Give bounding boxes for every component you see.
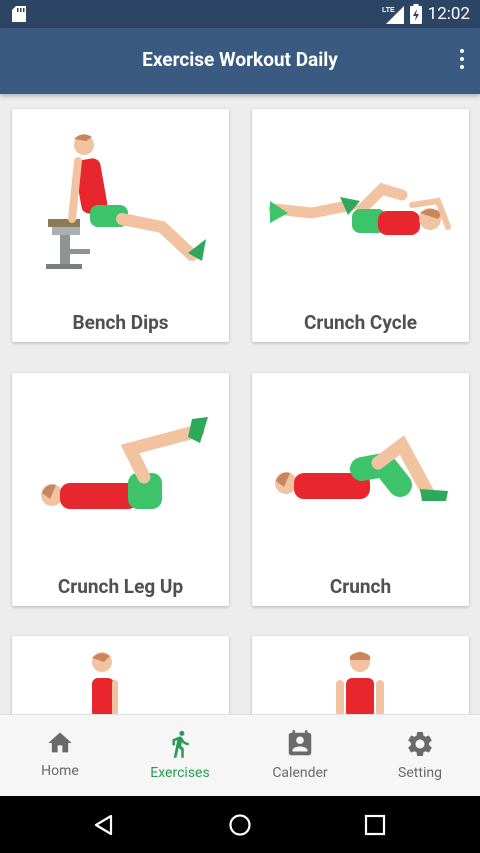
sd-card-icon (12, 6, 26, 22)
exercise-label: Bench Dips (72, 311, 169, 334)
overflow-menu-icon[interactable] (458, 49, 466, 73)
app-bar: Exercise Workout Daily (0, 28, 480, 94)
home-button-icon[interactable] (228, 813, 252, 841)
exercise-label: Crunch (329, 575, 392, 598)
svg-text:LTE: LTE (382, 7, 395, 14)
exercise-label: Crunch Cycle (303, 311, 417, 334)
exercise-card-crunch-cycle[interactable]: Crunch Cycle (252, 109, 469, 342)
nav-label: Home (41, 763, 79, 779)
exercise-card-bench-dips[interactable]: Bench Dips (12, 109, 229, 342)
battery-charging-icon (409, 4, 422, 24)
home-icon (48, 732, 72, 753)
nav-label: Exercises (150, 765, 210, 781)
status-bar: LTE 12:02 (0, 0, 480, 28)
nav-item-exercises[interactable]: Exercises (120, 715, 240, 796)
app-title: Exercise Workout Daily (142, 48, 338, 71)
nav-label: Calender (272, 765, 328, 781)
nav-item-calender[interactable]: Calender (240, 715, 360, 796)
nav-label: Setting (398, 765, 442, 781)
clock-time: 12:02 (427, 4, 470, 24)
standing-exercise-illustration (92, 652, 118, 714)
bottom-nav: Home Exercises Calender Setting (0, 714, 480, 796)
exercise-card[interactable] (12, 636, 229, 714)
gear-icon (408, 732, 432, 756)
bench-dips-illustration (46, 134, 206, 269)
nav-item-home[interactable]: Home (0, 715, 120, 796)
exercise-grid: Bench Dips Crunch Cycle Crunch Leg Up Cr… (0, 94, 480, 714)
walking-person-icon (172, 730, 189, 758)
crunch-cycle-illustration (268, 182, 451, 235)
exercise-card-crunch-leg-up[interactable]: Crunch Leg Up (12, 373, 229, 606)
standing-front-illustration (336, 652, 384, 714)
back-icon[interactable] (92, 813, 116, 841)
exercise-label: Crunch Leg Up (57, 575, 184, 598)
exercise-card[interactable] (252, 636, 469, 714)
exercise-card-crunch[interactable]: Crunch (252, 373, 469, 606)
crunch-leg-up-illustration (41, 417, 208, 509)
nav-item-setting[interactable]: Setting (360, 715, 480, 796)
lte-signal-icon: LTE (382, 6, 404, 24)
calendar-contact-icon (288, 730, 312, 756)
recents-icon[interactable] (364, 813, 386, 841)
system-nav-bar (0, 796, 480, 853)
crunch-illustration (275, 435, 448, 501)
